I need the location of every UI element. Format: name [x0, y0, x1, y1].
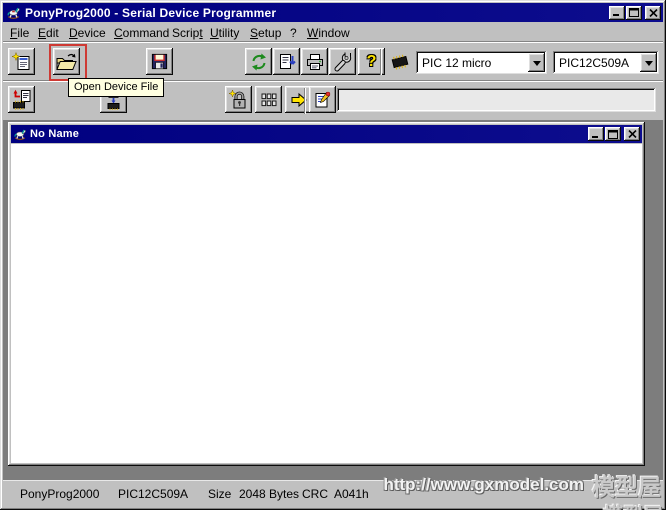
app-icon: [6, 5, 21, 20]
new-window-icon: [11, 51, 29, 70]
edit-notes-button[interactable]: [309, 86, 336, 113]
dropdown-arrow-icon: [532, 60, 541, 70]
save-icon: [151, 53, 168, 70]
print-button[interactable]: [301, 48, 328, 75]
hex-buffer-area[interactable]: [11, 144, 642, 463]
child-window-title: No Name: [30, 128, 80, 140]
device-family-dropdown-button[interactable]: [528, 53, 545, 72]
close-icon: [648, 8, 658, 17]
child-minimize-button[interactable]: [588, 127, 604, 141]
read-device-button[interactable]: [8, 86, 35, 113]
security-lock-button[interactable]: [225, 86, 252, 113]
serial-doc-icon: [279, 53, 296, 69]
toolbar-main: ? PIC 12 micro PIC12C509A: [3, 42, 663, 82]
child-close-button[interactable]: [624, 127, 640, 141]
device-type-select[interactable]: PIC12C509A: [553, 51, 659, 74]
chip-icon: [386, 48, 413, 75]
print-icon: [306, 53, 323, 70]
close-button[interactable]: [645, 5, 661, 20]
toolbar-separator: [304, 88, 306, 114]
menu-bar: File Edit Device Command Script Utility Setup?…: [3, 22, 663, 42]
menu-item-script[interactable]: Script: [170, 25, 205, 41]
menu-item-file[interactable]: File: [8, 25, 31, 41]
dropdown-arrow-icon: [644, 60, 653, 70]
device-type-dropdown-button[interactable]: [640, 53, 657, 72]
reload-button[interactable]: [245, 48, 272, 75]
child-window-controls: [588, 127, 640, 141]
read-device-icon: [13, 89, 31, 110]
device-family-select[interactable]: PIC 12 micro: [416, 51, 547, 74]
open-folder-icon: [56, 53, 77, 70]
device-family-value: PIC 12 micro: [422, 55, 492, 70]
save-device-file-button[interactable]: [146, 48, 173, 75]
title-bar: PonyProg2000 - Serial Device Programmer: [3, 3, 663, 22]
serial-numbering-button[interactable]: [273, 48, 300, 75]
lock-icon: [228, 89, 246, 109]
new-window-button[interactable]: [8, 48, 35, 75]
status-size-label: Size: [208, 487, 232, 501]
run-script-button[interactable]: [285, 86, 312, 113]
status-message-field: [337, 88, 656, 112]
status-crc-value: A041h: [334, 487, 369, 501]
status-crc-label: CRC: [302, 487, 328, 501]
menu-item-utility[interactable]: Utility: [208, 25, 241, 41]
edit-notes-icon: [315, 91, 330, 107]
help-icon: ?: [366, 52, 377, 70]
menu-item-command[interactable]: Command: [112, 25, 171, 41]
menu-item-edit[interactable]: Edit: [36, 25, 61, 41]
status-size-value: 2048 Bytes: [239, 487, 300, 501]
window-controls: [609, 5, 661, 20]
child-maximize-button[interactable]: [605, 127, 621, 141]
wrench-icon: [334, 51, 351, 71]
maximize-icon: [629, 8, 639, 17]
setup-button[interactable]: [329, 48, 356, 75]
menu-item-help[interactable]: ?: [288, 25, 299, 41]
maximize-icon: [608, 129, 618, 139]
menu-item-window[interactable]: Window: [305, 25, 352, 41]
status-device: PIC12C509A: [118, 487, 189, 501]
child-window-icon: [13, 127, 27, 141]
reload-icon: [251, 53, 266, 70]
maximize-button[interactable]: [626, 5, 642, 20]
minimize-button[interactable]: [609, 5, 625, 20]
menu-item-setup[interactable]: Setup: [248, 25, 283, 41]
bits-icon: [261, 93, 276, 106]
menu-item-device[interactable]: Device: [67, 25, 108, 41]
close-icon: [627, 130, 637, 138]
document-window: No Name: [8, 122, 645, 466]
minimize-icon: [592, 135, 598, 138]
mdi-area: No Name: [3, 120, 663, 481]
app-window: PonyProg2000 - Serial Device Programmer …: [0, 0, 666, 510]
child-title-bar[interactable]: No Name: [11, 125, 642, 143]
device-type-value: PIC12C509A: [559, 55, 630, 70]
status-app-name: PonyProg2000: [20, 487, 100, 501]
window-title: PonyProg2000 - Serial Device Programmer: [25, 5, 277, 20]
status-bar: PonyProg2000 PIC12C509A Size 2048 Bytes …: [3, 480, 663, 507]
tooltip: Open Device File: [68, 78, 165, 97]
open-device-file-button[interactable]: [53, 48, 80, 75]
configuration-bits-button[interactable]: [255, 86, 282, 113]
toolbar-separator: [380, 49, 382, 75]
minimize-icon: [613, 14, 619, 16]
